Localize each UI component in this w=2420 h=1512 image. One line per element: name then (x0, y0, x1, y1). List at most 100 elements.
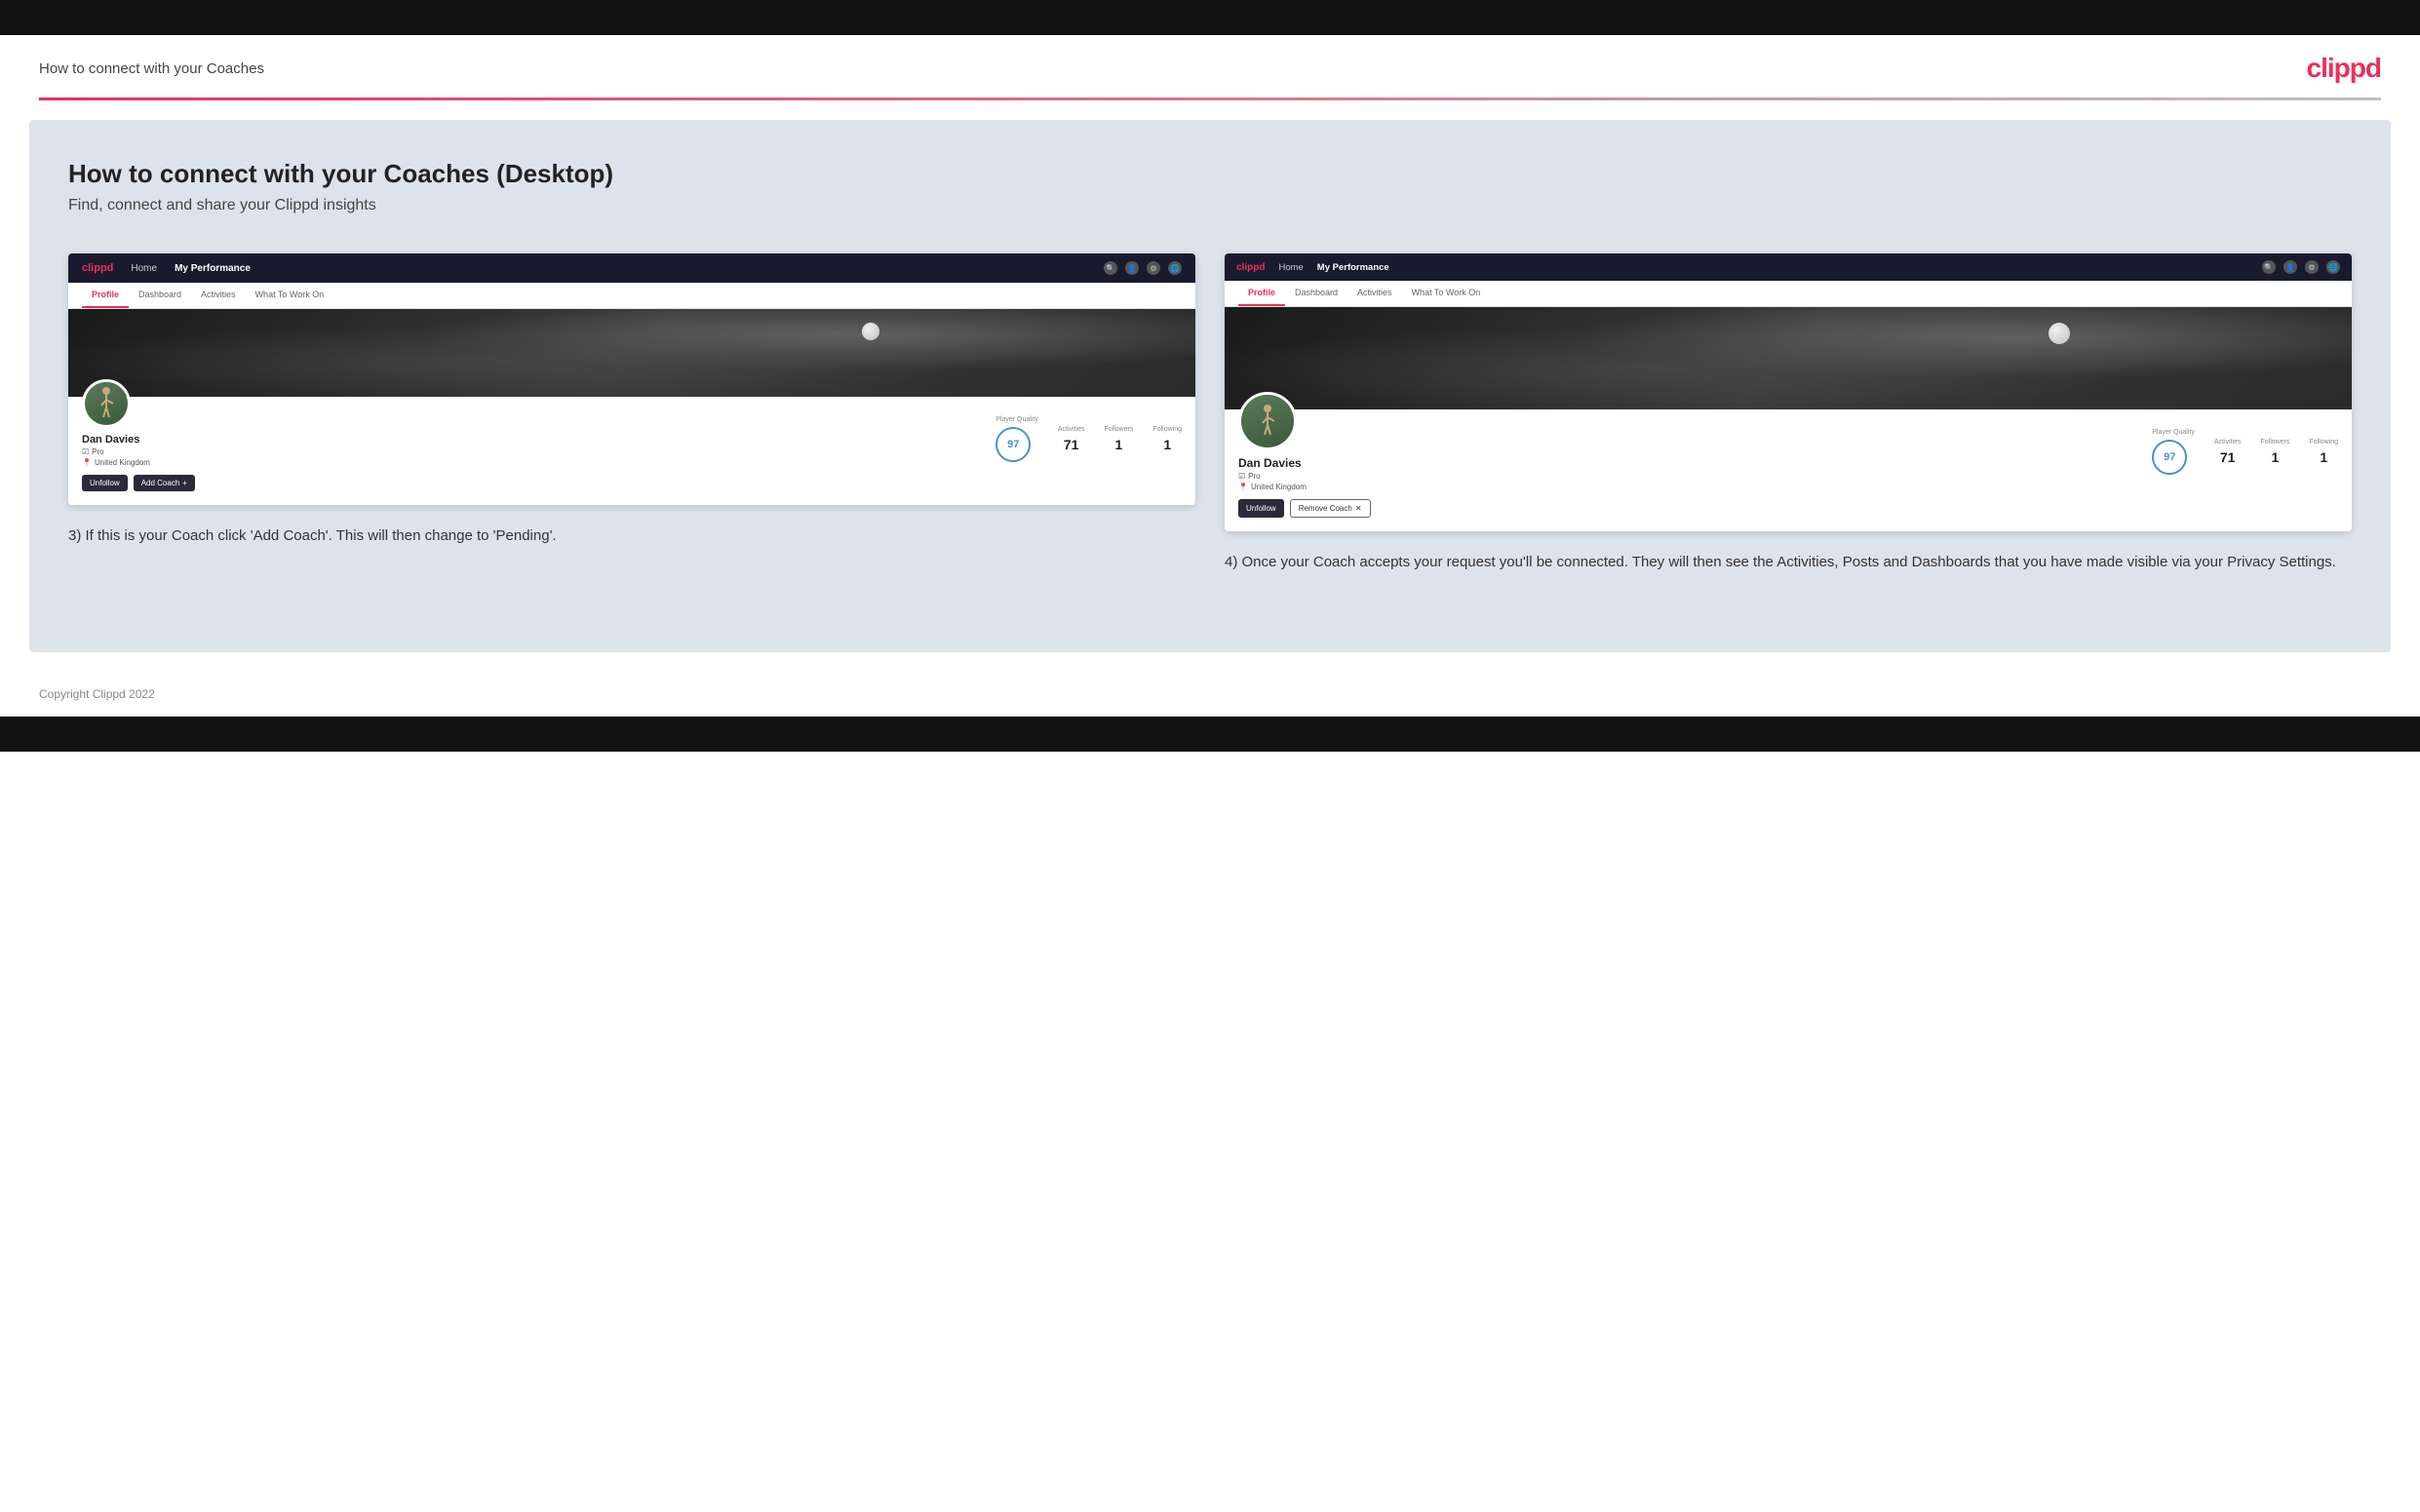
user-location-left: 📍 United Kingdom (82, 458, 195, 467)
mock-browser-left: clippd Home My Performance 🔍 👤 ⚙ 🌐 Profi… (68, 253, 1195, 505)
mock-profile-right: Dan Davies ☑ Pro 📍 United Kingdom Unfoll… (1225, 409, 2352, 531)
screenshots-row: clippd Home My Performance 🔍 👤 ⚙ 🌐 Profi… (68, 253, 2352, 574)
step-desc-right: 4) Once your Coach accepts your request … (1225, 551, 2352, 574)
stat-followers-left: Followers 1 (1104, 426, 1133, 452)
avatar-right (1238, 392, 1297, 450)
mock-nav-icons-left: 🔍 👤 ⚙ 🌐 (1104, 261, 1182, 275)
mock-nav-performance-right: My Performance (1317, 262, 1389, 273)
user-role-left: ☑ Pro (82, 447, 195, 456)
avatar-inner-right (1241, 395, 1294, 447)
mock-stats-left: Player Quality 97 Activities 71 Follower… (995, 407, 1182, 462)
mock-logo-left: clippd (82, 262, 113, 274)
user-role-right: ☑ Pro (1238, 472, 1371, 481)
globe-icon-right: 🌐 (2326, 260, 2340, 274)
mock-nav-home-left: Home (131, 263, 157, 274)
main-subheading: Find, connect and share your Clippd insi… (68, 197, 2352, 214)
bottom-bar (0, 717, 2420, 752)
mock-buttons-left: Unfollow Add Coach + (82, 475, 195, 491)
mock-tabs-left: Profile Dashboard Activities What To Wor… (68, 283, 1195, 309)
user-info-left: Dan Davies ☑ Pro 📍 United Kingdom Unfoll… (82, 428, 195, 491)
user-icon-right: 👤 (2283, 260, 2297, 274)
close-icon: ✕ (1355, 504, 1362, 513)
stat-quality-right: Player Quality 97 (2152, 429, 2195, 475)
following-label-left: Following (1152, 426, 1182, 433)
location-icon-left: 📍 (82, 458, 92, 467)
quality-circle-right: 97 (2152, 440, 2187, 475)
user-icon-left: 👤 (1125, 261, 1139, 275)
main-content: How to connect with your Coaches (Deskto… (29, 120, 2391, 652)
mock-tabs-right: Profile Dashboard Activities What To Wor… (1225, 281, 2352, 307)
mock-nav-right: clippd Home My Performance 🔍 👤 ⚙ 🌐 (1225, 253, 2352, 281)
following-value-right: 1 (2309, 449, 2338, 465)
tab-activities-left[interactable]: Activities (191, 283, 246, 308)
screenshot-left-col: clippd Home My Performance 🔍 👤 ⚙ 🌐 Profi… (68, 253, 1195, 574)
tab-activities-right[interactable]: Activities (1347, 281, 1402, 306)
main-heading: How to connect with your Coaches (Deskto… (68, 159, 2352, 189)
header: How to connect with your Coaches clippd (0, 35, 2420, 97)
mock-logo-right: clippd (1236, 262, 1265, 273)
tab-profile-right[interactable]: Profile (1238, 281, 1285, 306)
tab-whattworkon-right[interactable]: What To Work On (1402, 281, 1491, 306)
following-value-left: 1 (1152, 437, 1182, 452)
search-icon-left: 🔍 (1104, 261, 1117, 275)
stat-quality-left: Player Quality 97 (995, 416, 1038, 462)
top-bar (0, 0, 2420, 35)
hero-bg-right (1225, 307, 2352, 409)
header-divider (39, 97, 2381, 100)
followers-label-right: Followers (2260, 439, 2289, 446)
activities-value-left: 71 (1058, 437, 1085, 452)
footer: Copyright Clippd 2022 (0, 672, 2420, 717)
activities-label-left: Activities (1058, 426, 1085, 433)
settings-icon-right: ⚙ (2305, 260, 2319, 274)
verified-icon-right: ☑ (1238, 472, 1245, 481)
followers-label-left: Followers (1104, 426, 1133, 433)
activities-label-right: Activities (2214, 439, 2242, 446)
golf-ball-right (2049, 323, 2070, 344)
mock-stats-right: Player Quality 97 Activities 71 Follower… (2152, 419, 2338, 475)
user-location-right: 📍 United Kingdom (1238, 483, 1371, 491)
avatar-wrap-right: Dan Davies ☑ Pro 📍 United Kingdom Unfoll… (1238, 392, 1371, 518)
following-label-right: Following (2309, 439, 2338, 446)
stat-activities-right: Activities 71 (2214, 439, 2242, 465)
unfollow-button-right[interactable]: Unfollow (1238, 499, 1284, 518)
golfer-icon-left (94, 386, 119, 421)
avatar-left (82, 379, 131, 428)
tab-profile-left[interactable]: Profile (82, 283, 129, 308)
verified-icon-left: ☑ (82, 447, 89, 456)
followers-value-left: 1 (1104, 437, 1133, 452)
tab-dashboard-left[interactable]: Dashboard (129, 283, 191, 308)
stat-followers-right: Followers 1 (2260, 439, 2289, 465)
screenshot-right-col: clippd Home My Performance 🔍 👤 ⚙ 🌐 Profi… (1225, 253, 2352, 574)
mock-nav-home-right: Home (1278, 262, 1303, 273)
user-name-left: Dan Davies (82, 434, 195, 446)
user-name-right: Dan Davies (1238, 456, 1371, 470)
remove-coach-button[interactable]: Remove Coach ✕ (1290, 499, 1371, 518)
avatar-inner-left (85, 382, 128, 425)
page-title: How to connect with your Coaches (39, 60, 264, 77)
mock-nav-icons-right: 🔍 👤 ⚙ 🌐 (2262, 260, 2340, 274)
logo: clippd (2307, 53, 2381, 84)
hero-bg-left (68, 309, 1195, 397)
mock-hero-left (68, 309, 1195, 397)
mock-hero-right (1225, 307, 2352, 409)
stat-activities-left: Activities 71 (1058, 426, 1085, 452)
activities-value-right: 71 (2214, 449, 2242, 465)
golf-ball-left (862, 323, 879, 340)
footer-text: Copyright Clippd 2022 (39, 687, 155, 701)
location-icon-right: 📍 (1238, 483, 1248, 491)
step-desc-left: 3) If this is your Coach click 'Add Coac… (68, 524, 1195, 548)
avatar-wrap-left: Dan Davies ☑ Pro 📍 United Kingdom Unfoll… (82, 379, 195, 491)
search-icon-right: 🔍 (2262, 260, 2276, 274)
plus-icon: + (182, 479, 187, 487)
mock-browser-right: clippd Home My Performance 🔍 👤 ⚙ 🌐 Profi… (1225, 253, 2352, 531)
stat-following-left: Following 1 (1152, 426, 1182, 452)
tab-dashboard-right[interactable]: Dashboard (1285, 281, 1347, 306)
user-info-right: Dan Davies ☑ Pro 📍 United Kingdom Unfoll… (1238, 450, 1371, 518)
mock-nav-performance-left: My Performance (175, 263, 251, 274)
tab-whattworkon-left[interactable]: What To Work On (246, 283, 334, 308)
quality-label-left: Player Quality (995, 416, 1038, 423)
unfollow-button-left[interactable]: Unfollow (82, 475, 128, 491)
quality-circle-left: 97 (995, 427, 1031, 462)
add-coach-button[interactable]: Add Coach + (134, 475, 195, 491)
mock-nav-left: clippd Home My Performance 🔍 👤 ⚙ 🌐 (68, 253, 1195, 283)
